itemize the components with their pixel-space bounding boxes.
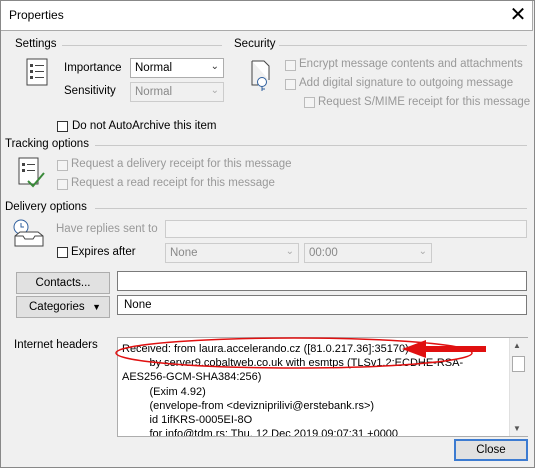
properties-list-icon [26, 58, 48, 86]
annotation-arrow-icon [402, 340, 486, 358]
categories-button[interactable]: Categories ▼ [16, 296, 110, 318]
sensitivity-value: Normal [135, 86, 173, 98]
expires-time-select[interactable]: 00:00 ⌄ [304, 243, 432, 263]
tracking-check-icon [18, 157, 46, 189]
replies-input[interactable] [165, 220, 527, 238]
tracking-label: Tracking options [5, 138, 89, 150]
replies-label: Have replies sent to [56, 223, 158, 235]
importance-select[interactable]: Normal ⌄ [130, 58, 224, 78]
expires-date-select[interactable]: None ⌄ [165, 243, 299, 263]
categories-input[interactable]: None [117, 295, 527, 315]
headers-scrollbar[interactable]: ▲ ▼ [509, 338, 528, 436]
read-receipt-checkbox[interactable] [57, 179, 68, 190]
lock-document-icon [248, 60, 274, 92]
chevron-down-icon: ⌄ [210, 61, 219, 72]
importance-label: Importance [64, 62, 122, 74]
security-label: Security [234, 38, 276, 50]
delivery-divider [95, 208, 527, 209]
autoarchive-label: Do not AutoArchive this item [72, 120, 217, 132]
contacts-input[interactable] [117, 271, 527, 291]
title-bar [0, 0, 533, 31]
close-icon[interactable]: ✕ [505, 2, 531, 28]
security-divider [279, 45, 527, 46]
importance-value: Normal [135, 62, 173, 74]
internet-headers-label: Internet headers [14, 339, 98, 351]
smime-checkbox[interactable] [304, 97, 315, 108]
expires-checkbox[interactable] [57, 247, 68, 258]
chevron-down-icon: ⌄ [285, 246, 294, 257]
expires-time-value: 00:00 [309, 247, 338, 259]
scroll-thumb[interactable] [512, 356, 525, 372]
encrypt-checkbox[interactable] [285, 60, 296, 71]
expires-date-value: None [170, 247, 198, 259]
sensitivity-label: Sensitivity [64, 85, 116, 97]
tracking-divider [95, 145, 527, 146]
expires-label: Expires after [71, 246, 136, 258]
smime-label: Request S/MIME receipt for this message [318, 96, 531, 108]
triangle-down-icon: ▼ [92, 302, 101, 312]
sensitivity-select[interactable]: Normal ⌄ [130, 82, 224, 102]
scroll-up-icon[interactable]: ▲ [513, 341, 521, 350]
chevron-down-icon: ⌄ [418, 246, 427, 257]
delivery-receipt-checkbox[interactable] [57, 160, 68, 171]
read-receipt-label: Request a read receipt for this message [71, 177, 275, 189]
signature-checkbox[interactable] [285, 79, 296, 90]
settings-divider [62, 45, 222, 46]
chevron-down-icon: ⌄ [210, 85, 219, 96]
settings-label: Settings [15, 38, 57, 50]
categories-label: Categories [29, 301, 85, 313]
delivery-receipt-label: Request a delivery receipt for this mess… [71, 158, 292, 170]
autoarchive-checkbox[interactable] [57, 121, 68, 132]
contacts-button[interactable]: Contacts... [16, 272, 110, 294]
window-title: Properties [9, 8, 64, 22]
close-button[interactable]: Close [454, 439, 528, 461]
signature-label: Add digital signature to outgoing messag… [299, 77, 514, 89]
encrypt-label: Encrypt message contents and attachments [299, 58, 523, 70]
delivery-label: Delivery options [5, 201, 87, 213]
scroll-down-icon[interactable]: ▼ [513, 424, 521, 433]
inbox-clock-icon [12, 218, 44, 248]
